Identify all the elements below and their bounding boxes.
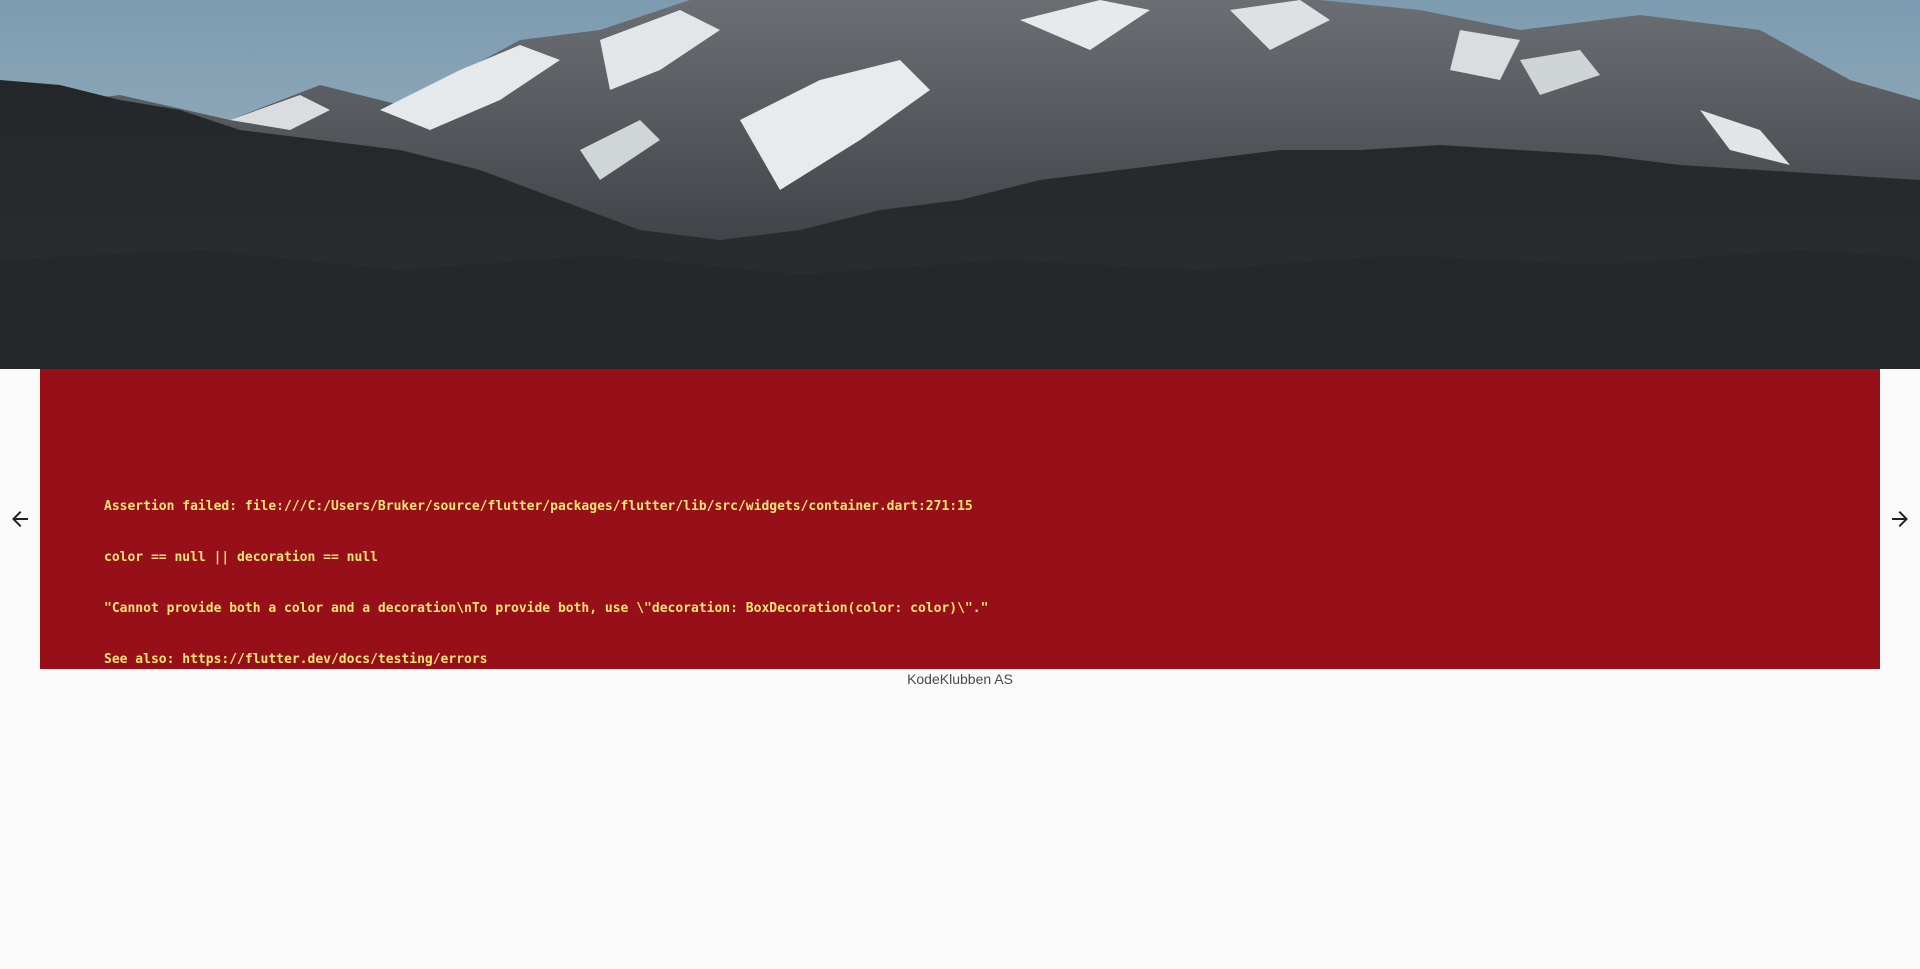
caption-text: KodeKlubben AS <box>907 671 1013 687</box>
arrow-right-icon <box>1892 511 1908 527</box>
error-assertion-line: Assertion failed: file:///C:/Users/Bruke… <box>104 499 973 514</box>
page: Assertion failed: file:///C:/Users/Bruke… <box>0 0 1920 969</box>
error-see-also-line: See also: https://flutter.dev/docs/testi… <box>104 652 488 667</box>
error-condition-line: color == null || decoration == null <box>104 550 378 565</box>
error-panel: Assertion failed: file:///C:/Users/Bruke… <box>40 369 1880 669</box>
arrow-left-icon <box>12 511 28 527</box>
error-message: Assertion failed: file:///C:/Users/Bruke… <box>104 464 988 702</box>
hero-mountain-image <box>0 0 1920 369</box>
next-button[interactable] <box>1888 507 1912 531</box>
previous-button[interactable] <box>8 507 32 531</box>
mountain-landscape-image <box>0 0 1920 369</box>
error-description-line: "Cannot provide both a color and a decor… <box>104 601 989 616</box>
